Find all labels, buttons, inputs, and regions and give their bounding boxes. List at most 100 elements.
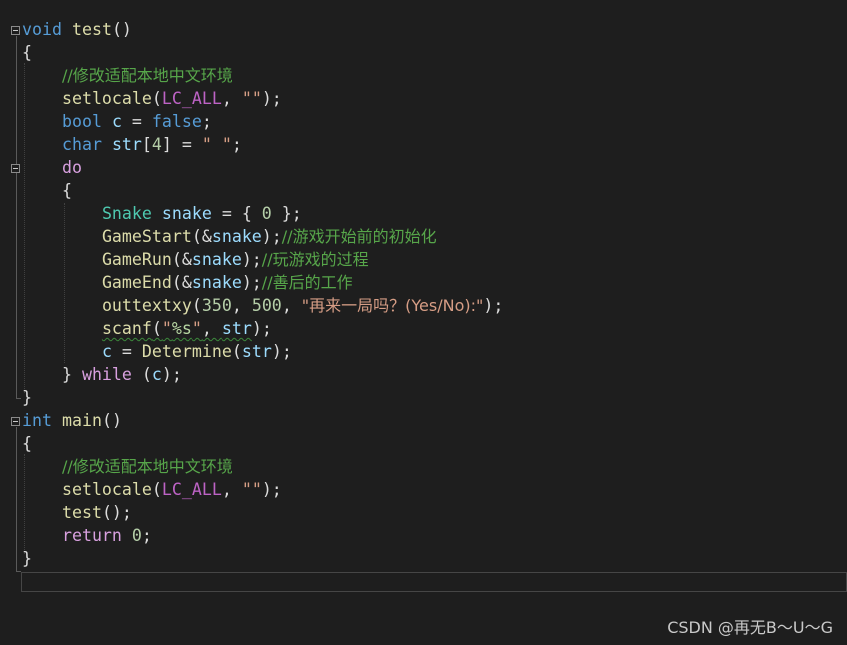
code-token: GameStart <box>101 227 192 246</box>
code-token: "再来一局吗？(Yes/No):" <box>301 296 484 315</box>
code-line[interactable]: { <box>22 41 32 64</box>
code-line[interactable]: char str[4] = " "; <box>22 133 242 156</box>
code-token: ); <box>483 296 504 315</box>
code-line[interactable]: do <box>22 156 82 179</box>
code-token: ); <box>251 319 272 338</box>
code-line[interactable]: } <box>22 547 32 570</box>
code-token: snake <box>191 273 242 292</box>
code-line[interactable]: GameRun(&snake);//玩游戏的过程 <box>22 248 369 271</box>
code-token: //游戏开始前的初始化 <box>281 227 437 246</box>
code-token: false <box>151 112 202 131</box>
code-token: 0 <box>261 204 272 223</box>
code-line[interactable]: c = Determine(str); <box>22 340 292 363</box>
code-token: ( <box>151 319 162 338</box>
code-token: , <box>231 296 252 315</box>
code-line[interactable]: outtextxy(350, 500, "再来一局吗？(Yes/No):"); <box>22 294 503 317</box>
code-token: 350 <box>201 296 232 315</box>
code-token: scanf <box>101 319 152 338</box>
current-line-highlight <box>21 572 847 592</box>
code-token: Snake <box>101 204 152 223</box>
code-token: ( <box>191 296 202 315</box>
code-token: ); <box>271 342 292 361</box>
code-token: snake <box>211 227 262 246</box>
code-line[interactable]: test(); <box>22 501 132 524</box>
code-token: do <box>61 158 82 177</box>
code-token: = <box>121 112 152 131</box>
code-token: snake <box>191 250 242 269</box>
code-token: char <box>61 135 102 154</box>
code-line[interactable]: { <box>22 432 32 455</box>
code-token: 500 <box>251 296 282 315</box>
code-editor[interactable]: void test(){ //修改适配本地中文环境 setlocale(LC_A… <box>0 0 847 645</box>
code-token: %s <box>171 319 192 338</box>
code-line[interactable]: bool c = false; <box>22 110 212 133</box>
code-token: setlocale <box>61 89 152 108</box>
code-line[interactable]: } <box>22 386 32 409</box>
code-token: { <box>22 434 32 453</box>
fold-collapse-icon[interactable] <box>11 26 20 35</box>
code-token: ); <box>261 227 282 246</box>
fold-collapse-icon[interactable] <box>11 417 20 426</box>
code-token: ( <box>151 89 162 108</box>
code-line[interactable]: setlocale(LC_ALL, ""); <box>22 87 282 110</box>
code-line[interactable]: //修改适配本地中文环境 <box>22 455 233 478</box>
code-token: [ <box>141 135 152 154</box>
code-line[interactable]: GameStart(&snake);//游戏开始前的初始化 <box>22 225 437 248</box>
code-token: GameEnd <box>101 273 172 292</box>
code-token: } <box>22 388 32 407</box>
code-token: snake <box>161 204 212 223</box>
code-token: , <box>221 89 242 108</box>
code-line[interactable]: setlocale(LC_ALL, ""); <box>22 478 282 501</box>
code-token: setlocale <box>61 480 152 499</box>
code-token: { <box>22 43 32 62</box>
fold-region-main <box>16 427 17 571</box>
fold-collapse-icon[interactable] <box>11 164 20 173</box>
code-line[interactable]: GameEnd(&snake);//善后的工作 <box>22 271 353 294</box>
code-token: c <box>151 365 162 384</box>
code-token: (& <box>171 273 192 292</box>
code-token: outtextxy <box>101 296 192 315</box>
code-token: () <box>101 411 122 430</box>
code-token: 4 <box>151 135 162 154</box>
code-token: //善后的工作 <box>261 273 353 292</box>
code-token: } <box>22 549 32 568</box>
code-token: ); <box>161 365 182 384</box>
code-line[interactable]: scanf("%s", str); <box>22 317 272 340</box>
code-token: str <box>221 319 252 338</box>
code-token: int <box>22 411 52 430</box>
code-token: , <box>281 296 302 315</box>
code-line[interactable]: { <box>22 179 72 202</box>
code-token: c <box>101 342 112 361</box>
code-line[interactable]: Snake snake = { 0 }; <box>22 202 302 225</box>
code-token: ; <box>231 135 242 154</box>
code-line[interactable]: //修改适配本地中文环境 <box>22 64 233 87</box>
code-token: str <box>241 342 272 361</box>
code-token: c <box>111 112 122 131</box>
code-token: LC_ALL <box>161 480 222 499</box>
code-token: = { <box>211 204 262 223</box>
code-token: (); <box>101 503 132 522</box>
code-token: () <box>111 20 132 39</box>
code-token: str <box>111 135 142 154</box>
code-line[interactable]: void test() <box>22 18 132 41</box>
code-line[interactable]: return 0; <box>22 524 152 547</box>
code-token: ( <box>131 365 152 384</box>
code-token: { <box>22 181 72 200</box>
code-token: = <box>111 342 142 361</box>
code-line[interactable]: } while (c); <box>22 363 182 386</box>
code-line[interactable]: int main() <box>22 409 122 432</box>
